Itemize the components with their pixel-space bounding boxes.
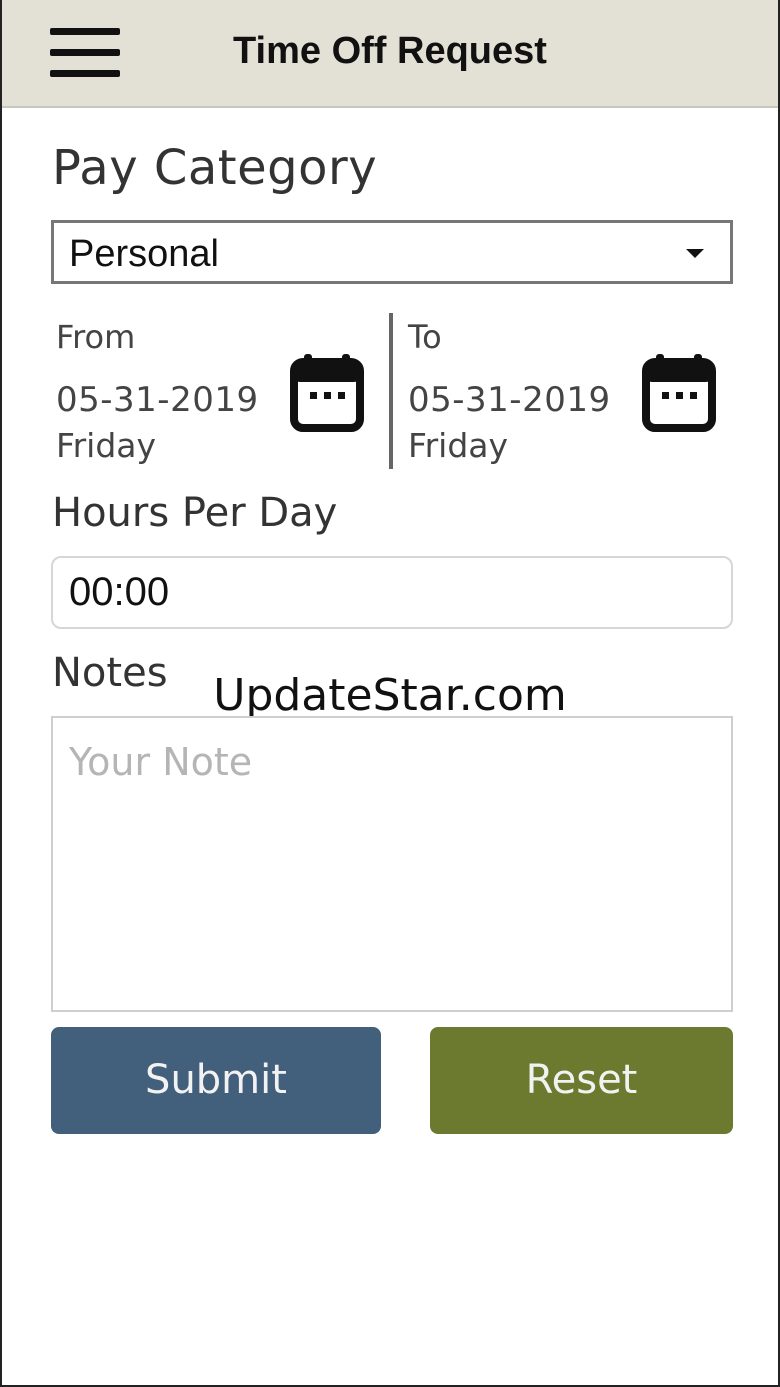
date-divider <box>389 313 393 469</box>
watermark-text: UpdateStar.com <box>213 670 567 721</box>
notes-textarea[interactable]: Your Note <box>51 716 733 1012</box>
pay-category-select[interactable]: Personal <box>51 220 733 284</box>
to-date-value: 05-31-2019 <box>408 380 611 420</box>
submit-button[interactable]: Submit <box>51 1027 381 1134</box>
page-title: Time Off Request <box>233 30 547 72</box>
pay-category-value: Personal <box>69 233 219 275</box>
hours-per-day-label: Hours Per Day <box>52 490 338 536</box>
from-label: From <box>56 318 136 356</box>
pay-category-label: Pay Category <box>52 140 378 196</box>
from-calendar-icon[interactable] <box>290 352 364 432</box>
from-date-value: 05-31-2019 <box>56 380 259 420</box>
to-day-value: Friday <box>408 426 509 465</box>
app-header: Time Off Request <box>2 0 778 108</box>
to-calendar-icon[interactable] <box>642 352 716 432</box>
hours-per-day-value: 00:00 <box>69 570 170 614</box>
reset-button[interactable]: Reset <box>430 1027 733 1134</box>
notes-placeholder: Your Note <box>69 740 253 784</box>
caret-down-icon <box>686 249 704 258</box>
hours-per-day-input[interactable]: 00:00 <box>51 556 733 629</box>
to-label: To <box>408 318 442 356</box>
from-day-value: Friday <box>56 426 157 465</box>
